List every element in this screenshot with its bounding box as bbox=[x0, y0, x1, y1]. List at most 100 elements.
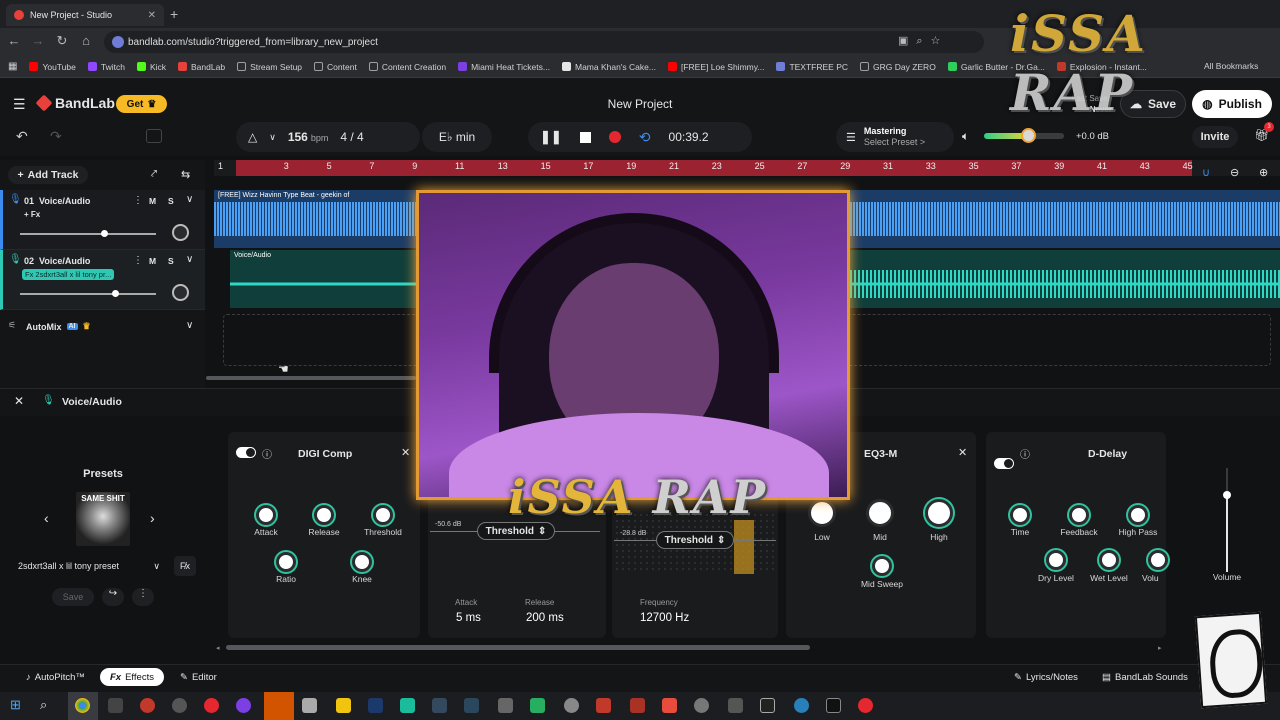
time-signature[interactable]: 4 / 4 bbox=[340, 130, 363, 144]
tab-effects[interactable]: Fx Effects bbox=[100, 668, 164, 686]
forward-icon[interactable]: → bbox=[30, 33, 46, 48]
metronome-icon[interactable]: △ bbox=[248, 130, 257, 144]
add-track-button[interactable]: + Add Track bbox=[8, 166, 88, 184]
frequency-value[interactable]: 12700 Hz bbox=[640, 612, 689, 624]
reload-icon[interactable]: ↻ bbox=[54, 33, 70, 49]
time-knob[interactable] bbox=[1010, 505, 1030, 525]
remove-fx-icon[interactable]: F̸x bbox=[174, 556, 196, 576]
share-icon[interactable]: ↪ bbox=[102, 588, 124, 606]
automation-icon[interactable]: ⤤ bbox=[151, 168, 157, 181]
bookmark-item[interactable]: [FREE] Loe Shimmy... bbox=[667, 62, 764, 72]
track-pan-knob[interactable] bbox=[172, 224, 189, 241]
bandlab-logo[interactable]: BandLab bbox=[35, 94, 115, 112]
taskbar-app-icon[interactable] bbox=[728, 698, 743, 713]
loop-icon[interactable]: ⟲ bbox=[639, 129, 651, 146]
preferences-icon[interactable] bbox=[146, 129, 162, 143]
stop-icon[interactable] bbox=[579, 131, 591, 143]
zoom-in-icon[interactable]: ⊕ bbox=[1259, 166, 1268, 179]
apps-grid-icon[interactable]: ▦ bbox=[8, 61, 17, 72]
threshold-dropdown[interactable]: Threshold ⇕ bbox=[656, 531, 734, 549]
scroll-left-icon[interactable]: ◂ bbox=[216, 644, 220, 652]
tab-editor[interactable]: ✎ Editor bbox=[180, 668, 217, 686]
taskbar-app-icon[interactable] bbox=[530, 698, 545, 713]
zoom-out-icon[interactable]: ⊖ bbox=[1230, 166, 1239, 179]
close-tab-icon[interactable]: ✕ bbox=[148, 10, 156, 21]
band-marker[interactable] bbox=[734, 520, 754, 574]
solo-button[interactable]: S bbox=[168, 256, 174, 266]
taskbar-app-highlight[interactable] bbox=[264, 692, 294, 720]
hamburger-menu-icon[interactable]: ☰ bbox=[13, 96, 26, 113]
timeline-scrollbar[interactable] bbox=[206, 376, 416, 380]
chevron-right-icon[interactable]: › bbox=[150, 510, 155, 526]
bookmark-item[interactable]: TEXTFREE PC bbox=[776, 62, 848, 72]
panel-volume-fader[interactable] bbox=[1226, 468, 1228, 572]
high-knob[interactable] bbox=[925, 499, 953, 527]
record-icon[interactable] bbox=[608, 131, 621, 143]
home-icon[interactable]: ⌂ bbox=[78, 33, 94, 48]
chevron-down-icon[interactable]: ∨ bbox=[186, 254, 193, 265]
chrome-icon[interactable] bbox=[75, 698, 90, 713]
chevron-down-icon[interactable]: ∨ bbox=[186, 194, 193, 205]
taskbar-app-icon[interactable] bbox=[236, 698, 251, 713]
taskbar-app-icon[interactable] bbox=[140, 698, 155, 713]
volume-knob[interactable] bbox=[1148, 550, 1168, 570]
track-name[interactable]: 01 Voice/Audio bbox=[24, 196, 90, 206]
chevron-left-icon[interactable]: ‹ bbox=[44, 510, 49, 526]
threshold-dropdown[interactable]: Threshold ⇕ bbox=[477, 522, 555, 540]
attack-knob[interactable] bbox=[256, 505, 276, 525]
mastering-selector[interactable]: ☰ Mastering Select Preset > bbox=[836, 122, 954, 152]
search-icon[interactable]: ⌕ bbox=[40, 697, 47, 713]
track-volume-slider[interactable] bbox=[20, 293, 156, 295]
get-membership-button[interactable]: Get ♛ bbox=[116, 95, 167, 113]
track-volume-handle[interactable] bbox=[101, 230, 108, 237]
taskbar-app-icon[interactable] bbox=[596, 698, 611, 713]
feedback-knob[interactable] bbox=[1069, 505, 1089, 525]
magnet-snap-icon[interactable]: ∪ bbox=[1202, 166, 1210, 179]
taskbar-app-icon[interactable] bbox=[662, 698, 677, 713]
taskbar-app-icon[interactable] bbox=[432, 698, 447, 713]
dry-level-knob[interactable] bbox=[1046, 550, 1066, 570]
fx-chain-tag[interactable]: Fx 2sdxrt3all x lil tony pr... bbox=[22, 269, 115, 280]
toolbar-icons[interactable]: ▣⌕☆ bbox=[898, 34, 948, 48]
mute-button[interactable]: M bbox=[149, 256, 156, 266]
taskbar-app-icon[interactable] bbox=[172, 698, 187, 713]
browser-tab[interactable]: New Project - Studio ✕ bbox=[6, 4, 164, 26]
steam-icon[interactable] bbox=[464, 698, 479, 713]
knee-knob[interactable] bbox=[352, 552, 372, 572]
taskbar-app-icon[interactable] bbox=[336, 698, 351, 713]
terminal-icon[interactable] bbox=[826, 698, 841, 713]
save-preset-button[interactable]: Save bbox=[52, 588, 94, 606]
track-name[interactable]: 02 Voice/Audio bbox=[24, 256, 90, 266]
metronome-dropdown-icon[interactable]: ∨ bbox=[269, 132, 276, 143]
taskbar-app-icon[interactable] bbox=[564, 698, 579, 713]
volume-fader-handle[interactable] bbox=[1223, 491, 1231, 499]
release-value[interactable]: 200 ms bbox=[526, 612, 564, 624]
bookmark-twitch[interactable]: Twitch bbox=[87, 62, 125, 72]
more-options-icon[interactable]: ⋮ bbox=[132, 588, 154, 606]
tab-autopitch[interactable]: ♪ AutoPitch™ bbox=[26, 668, 85, 686]
mid-sweep-knob[interactable] bbox=[872, 556, 892, 576]
fx-enable-toggle[interactable] bbox=[236, 447, 256, 458]
bookmark-folder[interactable]: Content bbox=[314, 62, 357, 72]
solo-button[interactable]: S bbox=[168, 196, 174, 206]
pause-icon[interactable]: ❚❚ bbox=[540, 129, 562, 145]
invite-button[interactable]: Invite bbox=[1192, 126, 1238, 148]
close-icon[interactable]: ✕ bbox=[401, 446, 410, 459]
bookmark-item[interactable]: Miami Heat Tickets... bbox=[458, 62, 550, 72]
key-selector[interactable]: E♭ min bbox=[422, 122, 492, 152]
taskbar-app-icon[interactable] bbox=[794, 698, 809, 713]
bookmark-folder[interactable]: Stream Setup bbox=[237, 62, 302, 72]
bookmark-item[interactable]: Mama Khan's Cake... bbox=[561, 62, 656, 72]
tab-bandlab-sounds[interactable]: ▤ BandLab Sounds bbox=[1102, 668, 1188, 686]
preset-dropdown[interactable]: 2sdxrt3all x lil tony preset ∨ bbox=[10, 556, 168, 576]
windows-start-icon[interactable]: ⊞ bbox=[10, 697, 21, 713]
photoshop-icon[interactable] bbox=[368, 698, 383, 713]
tab-lyrics-notes[interactable]: ✎ Lyrics/Notes bbox=[1014, 668, 1078, 686]
taskbar-app-icon[interactable] bbox=[858, 698, 873, 713]
add-fx-button[interactable]: + Fx bbox=[24, 210, 40, 219]
bpm-value[interactable]: 156 bpm bbox=[288, 130, 329, 144]
bookmark-folder[interactable]: GRG Day ZERO bbox=[860, 62, 936, 72]
taskbar-app-icon[interactable] bbox=[400, 698, 415, 713]
undo-icon[interactable]: ↶ bbox=[16, 128, 28, 145]
master-volume-handle[interactable] bbox=[1021, 128, 1036, 143]
